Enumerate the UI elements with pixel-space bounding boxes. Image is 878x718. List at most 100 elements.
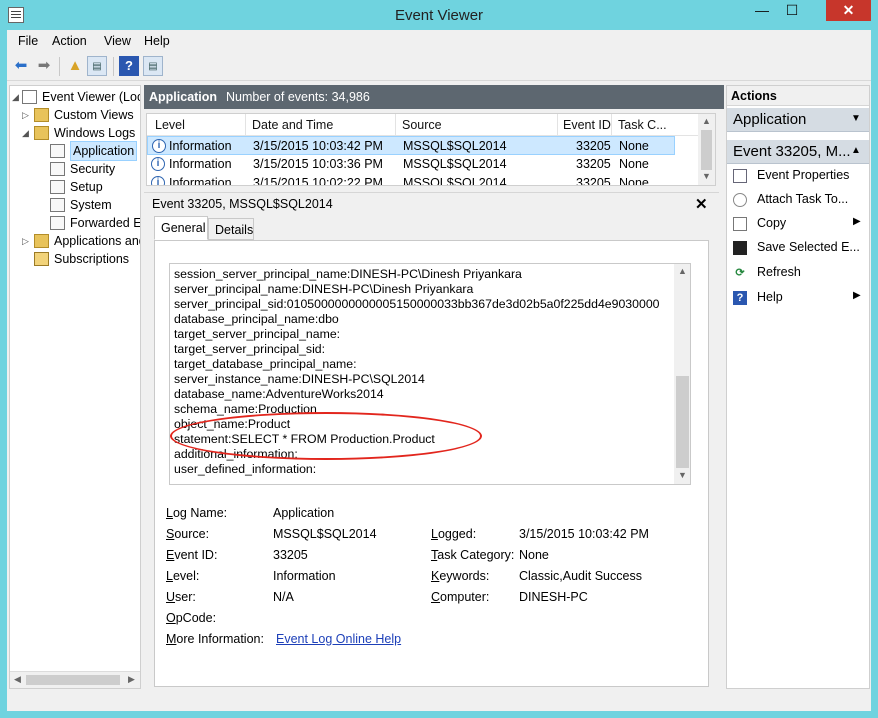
actions-section-event[interactable]: Event 33205, M... ▲	[727, 140, 869, 164]
task-category-value: None	[519, 548, 549, 562]
minimize-button[interactable]: —	[748, 0, 776, 21]
section-label: Event 33205, M...	[733, 143, 851, 160]
column-task-category[interactable]: Task C...	[618, 118, 667, 132]
logged-value: 3/15/2015 10:03:42 PM	[519, 527, 649, 541]
description-line: user_defined_information:	[174, 462, 317, 476]
submenu-arrow-icon: ▶	[853, 216, 861, 227]
tree-item-label: Forwarded Events	[70, 216, 141, 230]
column-separator[interactable]	[395, 114, 396, 136]
description-line: server_instance_name:DINESH-PC\SQL2014	[174, 372, 425, 386]
scroll-thumb[interactable]	[676, 376, 689, 468]
log-icon	[50, 180, 65, 194]
collapse-arrow-icon[interactable]: ▼	[851, 113, 861, 124]
tab-general[interactable]: General	[154, 216, 208, 240]
refresh-icon: ⟳	[735, 267, 745, 279]
save-icon	[733, 241, 747, 255]
description-line: database_principal_name:dbo	[174, 312, 339, 326]
description-line: session_server_principal_name:DINESH-PC\…	[174, 267, 522, 281]
event-properties-icon	[733, 169, 747, 183]
toolbar-separator	[59, 57, 60, 76]
source-label: Source:	[166, 527, 210, 541]
center-pane: Application Number of events: 34,986 Lev…	[144, 85, 724, 689]
help-icon: ?	[733, 291, 747, 305]
menu-help[interactable]: Help	[144, 34, 170, 48]
tree-item-label: Windows Logs	[54, 126, 136, 140]
title-bar[interactable]: Event Viewer — ☐ ✕	[0, 0, 878, 30]
show-hide-action-pane-icon[interactable]: ▤	[143, 56, 163, 76]
forward-arrow-icon[interactable]: ➡	[34, 56, 54, 76]
table-row[interactable]: i Information 3/15/2015 10:02:22 PM MSSQ…	[147, 174, 675, 186]
description-line: database_name:AdventureWorks2014	[174, 387, 384, 401]
events-grid: Level Date and Time Source Event ID Task…	[146, 113, 716, 186]
tab-details[interactable]: Details	[208, 218, 254, 240]
close-icon[interactable]: ✕	[695, 195, 708, 213]
collapse-arrow-icon[interactable]: ◢	[12, 88, 22, 106]
tree-horizontal-scrollbar[interactable]: ◀ ▶	[10, 671, 140, 688]
main-area: ◢ Event Viewer (Local) ▷ Custom Views ◢ …	[7, 81, 871, 711]
back-arrow-icon[interactable]: ⬅	[11, 56, 31, 76]
description-line: target_server_principal_name:	[174, 327, 341, 341]
action-save-selected-events[interactable]: Save Selected E...	[727, 237, 869, 259]
expand-arrow-icon[interactable]: ▲	[851, 145, 861, 156]
level-value: Information	[273, 569, 336, 583]
log-header: Application Number of events: 34,986	[144, 85, 724, 109]
level-label: Level:	[166, 569, 200, 583]
menu-view[interactable]: View	[104, 34, 131, 48]
scroll-down-arrow-icon[interactable]: ▼	[702, 171, 711, 181]
column-level[interactable]: Level	[155, 118, 185, 132]
scroll-up-arrow-icon[interactable]: ▲	[702, 116, 711, 126]
collapse-arrow-icon[interactable]: ◢	[22, 124, 32, 142]
menu-file[interactable]: File	[18, 34, 38, 48]
description-vertical-scrollbar[interactable]: ▲ ▼	[674, 264, 690, 484]
scroll-down-arrow-icon[interactable]: ▼	[678, 470, 687, 480]
task-category-label: Task Category:	[431, 548, 515, 562]
source-value: MSSQL$SQL2014	[273, 527, 377, 541]
computer-value: DINESH-PC	[519, 590, 588, 604]
menu-action[interactable]: Action	[52, 34, 87, 48]
action-label: Event Properties	[757, 168, 850, 182]
column-separator[interactable]	[245, 114, 246, 136]
opcode-label: OpCode:	[166, 611, 217, 625]
tree-item-label: Setup	[70, 180, 103, 194]
menu-bar: File Action View Help	[7, 30, 871, 52]
scroll-thumb[interactable]	[701, 130, 712, 170]
expand-arrow-icon[interactable]: ▷	[22, 106, 32, 124]
table-row[interactable]: i Information 3/15/2015 10:03:42 PM MSSQ…	[147, 136, 675, 155]
scroll-right-arrow-icon[interactable]: ▶	[128, 674, 135, 685]
section-label: Application	[733, 111, 807, 128]
row-source: MSSQL$SQL2014	[403, 176, 507, 186]
scroll-up-arrow-icon[interactable]: ▲	[678, 266, 687, 276]
actions-pane: Actions Application ▼ Event 33205, M... …	[726, 85, 870, 689]
expand-arrow-icon[interactable]: ▷	[22, 232, 32, 250]
scroll-thumb[interactable]	[26, 675, 120, 685]
action-copy[interactable]: Copy ▶	[727, 213, 869, 235]
up-folder-icon[interactable]: ▲	[65, 56, 85, 76]
row-datetime: 3/15/2015 10:03:36 PM	[253, 157, 383, 171]
close-button[interactable]: ✕	[826, 0, 871, 21]
grid-vertical-scrollbar[interactable]: ▲ ▼	[698, 114, 715, 185]
maximize-button[interactable]: ☐	[778, 0, 806, 21]
tree-item-label: Subscriptions	[54, 252, 130, 266]
actions-section-application[interactable]: Application ▼	[727, 108, 869, 132]
column-date-time[interactable]: Date and Time	[252, 118, 333, 132]
row-task: None	[619, 176, 649, 186]
event-description-box[interactable]: session_server_principal_name:DINESH-PC\…	[169, 263, 691, 485]
show-hide-tree-icon[interactable]: ▤	[87, 56, 107, 76]
column-event-id[interactable]: Event ID	[563, 118, 611, 132]
column-source[interactable]: Source	[402, 118, 442, 132]
action-event-properties[interactable]: Event Properties	[727, 165, 869, 187]
action-help[interactable]: ? Help ▶	[727, 287, 869, 309]
description-line: server_principal_sid:0105000000000005150…	[174, 297, 660, 311]
scroll-left-arrow-icon[interactable]: ◀	[14, 674, 21, 685]
folder-icon	[34, 126, 49, 140]
column-separator[interactable]	[611, 114, 612, 136]
table-row[interactable]: i Information 3/15/2015 10:03:36 PM MSSQ…	[147, 155, 675, 174]
event-detail-header: Event 33205, MSSQL$SQL2014 ✕	[144, 192, 719, 214]
action-refresh[interactable]: ⟳ Refresh	[727, 262, 869, 284]
event-viewer-window: Event Viewer — ☐ ✕ File Action View Help…	[0, 0, 878, 718]
help-icon[interactable]: ?	[119, 56, 139, 76]
action-attach-task[interactable]: Attach Task To...	[727, 189, 869, 211]
column-separator[interactable]	[557, 114, 558, 136]
event-log-online-help-link[interactable]: Event Log Online Help	[276, 632, 401, 646]
row-datetime: 3/15/2015 10:03:42 PM	[253, 139, 383, 153]
